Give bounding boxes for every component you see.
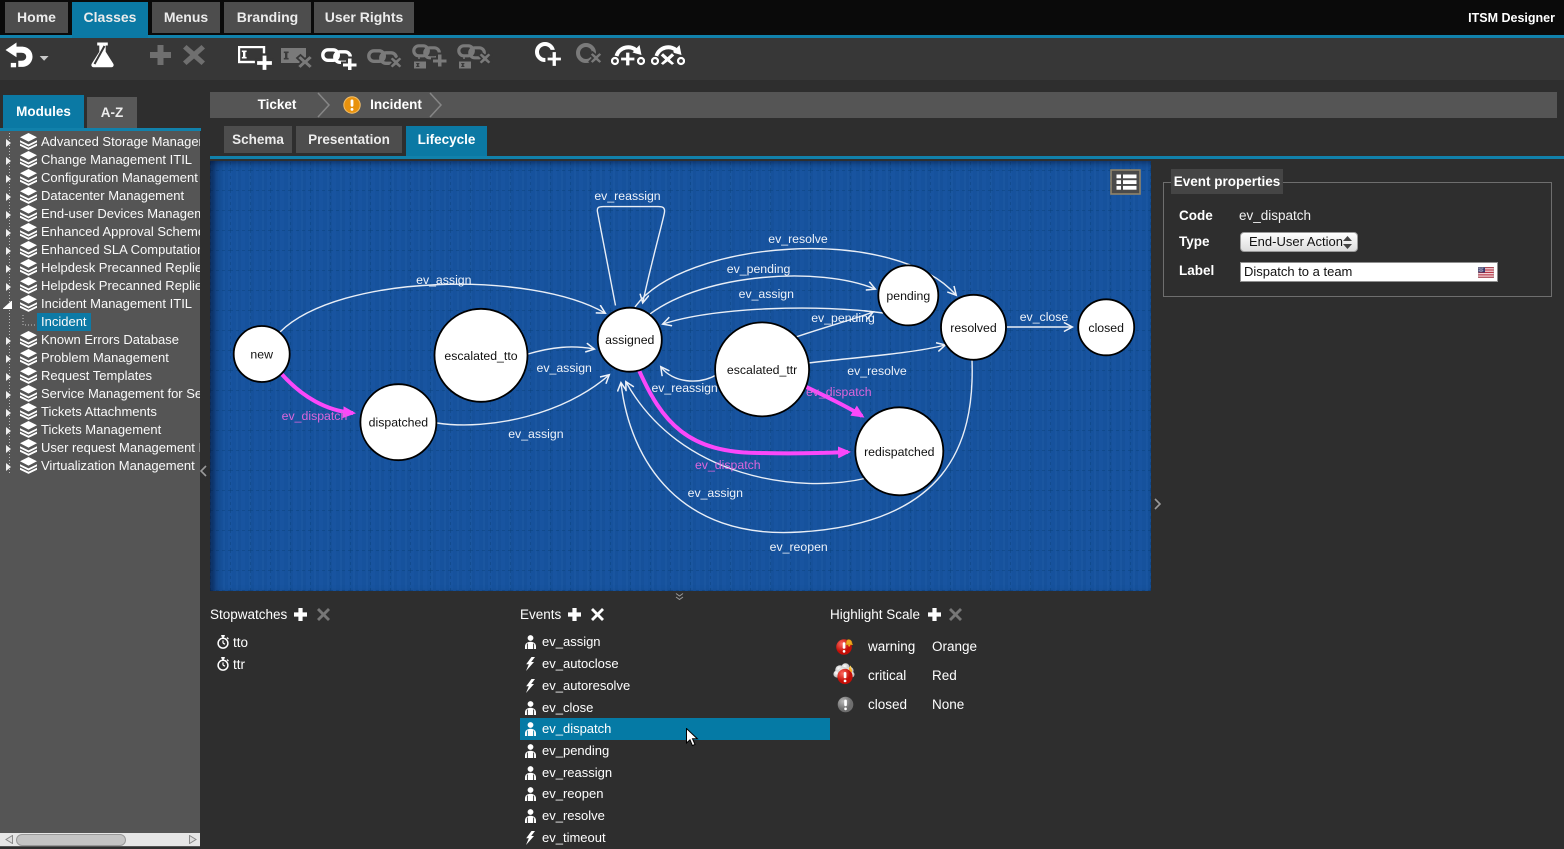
svg-text:redispatched: redispatched <box>864 445 935 459</box>
svg-text:ev_assign: ev_assign <box>739 287 795 301</box>
svg-text:ev_assign: ev_assign <box>537 361 593 375</box>
svg-text:ev_assign: ev_assign <box>688 486 744 500</box>
svg-text:ev_reopen: ev_reopen <box>770 540 828 554</box>
svg-text:ev_resolve: ev_resolve <box>768 232 828 246</box>
svg-text:ev_resolve: ev_resolve <box>847 364 907 378</box>
svg-text:ev_pending: ev_pending <box>727 262 791 276</box>
svg-text:escalated_ttr: escalated_ttr <box>727 363 797 377</box>
svg-text:ev_assign: ev_assign <box>508 427 564 441</box>
svg-text:ev_reassign: ev_reassign <box>651 381 717 395</box>
svg-text:ev_dispatch: ev_dispatch <box>695 458 761 472</box>
svg-text:ev_assign: ev_assign <box>416 273 472 287</box>
svg-text:new: new <box>250 348 273 362</box>
svg-text:ev_reassign: ev_reassign <box>594 189 660 203</box>
svg-text:pending: pending <box>886 289 930 303</box>
svg-text:dispatched: dispatched <box>369 416 429 430</box>
svg-text:ev_dispatch: ev_dispatch <box>806 385 872 399</box>
svg-text:closed: closed <box>1088 321 1124 335</box>
svg-text:escalated_tto: escalated_tto <box>444 349 517 363</box>
svg-text:ev_pending: ev_pending <box>811 311 875 325</box>
svg-text:ev_dispatch: ev_dispatch <box>282 409 348 423</box>
svg-text:resolved: resolved <box>950 321 997 335</box>
svg-text:ev_close: ev_close <box>1020 310 1069 324</box>
svg-text:assigned: assigned <box>605 333 654 347</box>
